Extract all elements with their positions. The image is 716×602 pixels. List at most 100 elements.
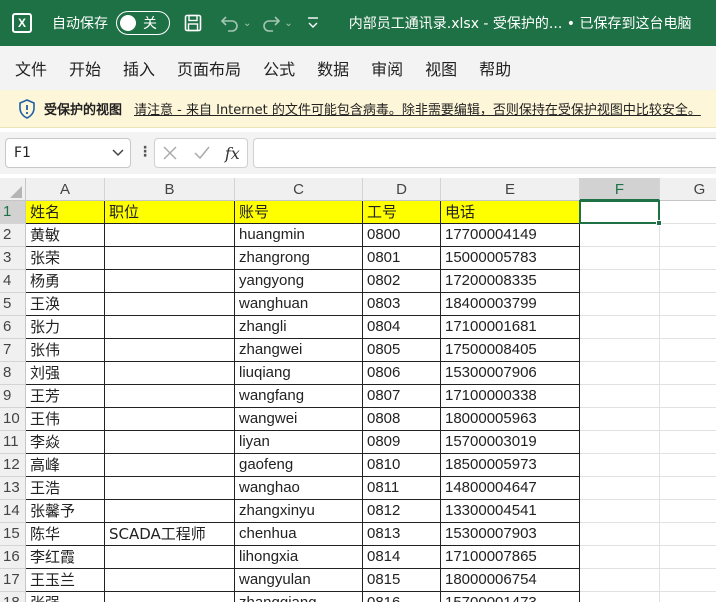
tab-data[interactable]: 数据 <box>317 56 349 80</box>
row-header[interactable]: 5 <box>0 293 26 316</box>
column-header-a[interactable]: A <box>26 178 105 201</box>
cell-d9[interactable]: 0807 <box>363 385 441 408</box>
tab-view[interactable]: 视图 <box>425 56 457 80</box>
column-header-c[interactable]: C <box>235 178 363 201</box>
row-header[interactable]: 3 <box>0 247 26 270</box>
cell-a5[interactable]: 王涣 <box>26 293 105 316</box>
protected-view-message[interactable]: 请注意 - 来自 Internet 的文件可能包含病毒。除非需要编辑，否则保持在… <box>134 99 701 118</box>
cell-g14[interactable] <box>660 500 716 523</box>
cell-g6[interactable] <box>660 316 716 339</box>
cell-e10[interactable]: 18000005963 <box>441 408 580 431</box>
cell-d13[interactable]: 0811 <box>363 477 441 500</box>
cell-g12[interactable] <box>660 454 716 477</box>
cell-g8[interactable] <box>660 362 716 385</box>
cell-g1[interactable] <box>660 201 716 224</box>
cell-e9[interactable]: 17100000338 <box>441 385 580 408</box>
column-header-e[interactable]: E <box>441 178 580 201</box>
cell-a3[interactable]: 张荣 <box>26 247 105 270</box>
cell-c17[interactable]: wangyulan <box>235 569 363 592</box>
autosave-toggle[interactable]: 关 <box>116 11 170 35</box>
row-header[interactable]: 18 <box>0 592 26 602</box>
cell-a13[interactable]: 王浩 <box>26 477 105 500</box>
cell-b8[interactable] <box>105 362 235 385</box>
cell-e17[interactable]: 18000006754 <box>441 569 580 592</box>
row-header[interactable]: 17 <box>0 569 26 592</box>
column-header-g[interactable]: G <box>660 178 716 201</box>
column-header-f[interactable]: F <box>580 178 660 201</box>
cell-c12[interactable]: gaofeng <box>235 454 363 477</box>
cell-a4[interactable]: 杨勇 <box>26 270 105 293</box>
cell-a15[interactable]: 陈华 <box>26 523 105 546</box>
cell-b6[interactable] <box>105 316 235 339</box>
tab-help[interactable]: 帮助 <box>479 56 511 80</box>
cell-a9[interactable]: 王芳 <box>26 385 105 408</box>
cell-b12[interactable] <box>105 454 235 477</box>
dropdown-icon[interactable] <box>112 149 124 157</box>
cell-f16[interactable] <box>580 546 660 569</box>
cell-a7[interactable]: 张伟 <box>26 339 105 362</box>
undo-dropdown-icon[interactable]: ⌄ <box>243 18 251 29</box>
cell-a16[interactable]: 李红霞 <box>26 546 105 569</box>
row-header[interactable]: 2 <box>0 224 26 247</box>
cell-f4[interactable] <box>580 270 660 293</box>
cell-d18[interactable]: 0816 <box>363 592 441 602</box>
cell-g17[interactable] <box>660 569 716 592</box>
row-header[interactable]: 6 <box>0 316 26 339</box>
cell-c14[interactable]: zhangxinyu <box>235 500 363 523</box>
cell-f12[interactable] <box>580 454 660 477</box>
tab-formulas[interactable]: 公式 <box>263 56 295 80</box>
cell-d17[interactable]: 0815 <box>363 569 441 592</box>
cell-e4[interactable]: 17200008335 <box>441 270 580 293</box>
cell-a6[interactable]: 张力 <box>26 316 105 339</box>
cell-f7[interactable] <box>580 339 660 362</box>
cell-f9[interactable] <box>580 385 660 408</box>
cell-d5[interactable]: 0803 <box>363 293 441 316</box>
cell-e3[interactable]: 15000005783 <box>441 247 580 270</box>
row-header[interactable]: 16 <box>0 546 26 569</box>
cell-e16[interactable]: 17100007865 <box>441 546 580 569</box>
cell-e15[interactable]: 15300007903 <box>441 523 580 546</box>
row-header[interactable]: 8 <box>0 362 26 385</box>
row-header[interactable]: 7 <box>0 339 26 362</box>
cell-f13[interactable] <box>580 477 660 500</box>
cell-b7[interactable] <box>105 339 235 362</box>
cell-d16[interactable]: 0814 <box>363 546 441 569</box>
cell-c13[interactable]: wanghao <box>235 477 363 500</box>
cell-a18[interactable]: 张强 <box>26 592 105 602</box>
cell-g3[interactable] <box>660 247 716 270</box>
customize-qat-icon[interactable] <box>307 16 319 30</box>
cell-b18[interactable] <box>105 592 235 602</box>
cell-a14[interactable]: 张馨予 <box>26 500 105 523</box>
cell-a11[interactable]: 李焱 <box>26 431 105 454</box>
cell-e6[interactable]: 17100001681 <box>441 316 580 339</box>
cell-a12[interactable]: 高峰 <box>26 454 105 477</box>
cell-a2[interactable]: 黄敏 <box>26 224 105 247</box>
cell-d12[interactable]: 0810 <box>363 454 441 477</box>
cell-g9[interactable] <box>660 385 716 408</box>
save-icon[interactable] <box>184 14 202 32</box>
cell-e2[interactable]: 17700004149 <box>441 224 580 247</box>
cell-b16[interactable] <box>105 546 235 569</box>
cell-f8[interactable] <box>580 362 660 385</box>
cell-c16[interactable]: lihongxia <box>235 546 363 569</box>
cell-d3[interactable]: 0801 <box>363 247 441 270</box>
cell-f18[interactable] <box>580 592 660 602</box>
undo-icon[interactable] <box>220 14 240 32</box>
row-header[interactable]: 15 <box>0 523 26 546</box>
cell-b2[interactable] <box>105 224 235 247</box>
column-header-d[interactable]: D <box>363 178 441 201</box>
cell-f14[interactable] <box>580 500 660 523</box>
cell-f1[interactable] <box>580 201 660 224</box>
cell-e7[interactable]: 17500008405 <box>441 339 580 362</box>
cell-e14[interactable]: 13300004541 <box>441 500 580 523</box>
cell-e12[interactable]: 18500005973 <box>441 454 580 477</box>
row-header[interactable]: 12 <box>0 454 26 477</box>
cell-f11[interactable] <box>580 431 660 454</box>
cell-c11[interactable]: liyan <box>235 431 363 454</box>
tab-home[interactable]: 开始 <box>69 56 101 80</box>
cell-b3[interactable] <box>105 247 235 270</box>
cell-c2[interactable]: huangmin <box>235 224 363 247</box>
cell-g10[interactable] <box>660 408 716 431</box>
cell-e11[interactable]: 15700003019 <box>441 431 580 454</box>
cell-a8[interactable]: 刘强 <box>26 362 105 385</box>
